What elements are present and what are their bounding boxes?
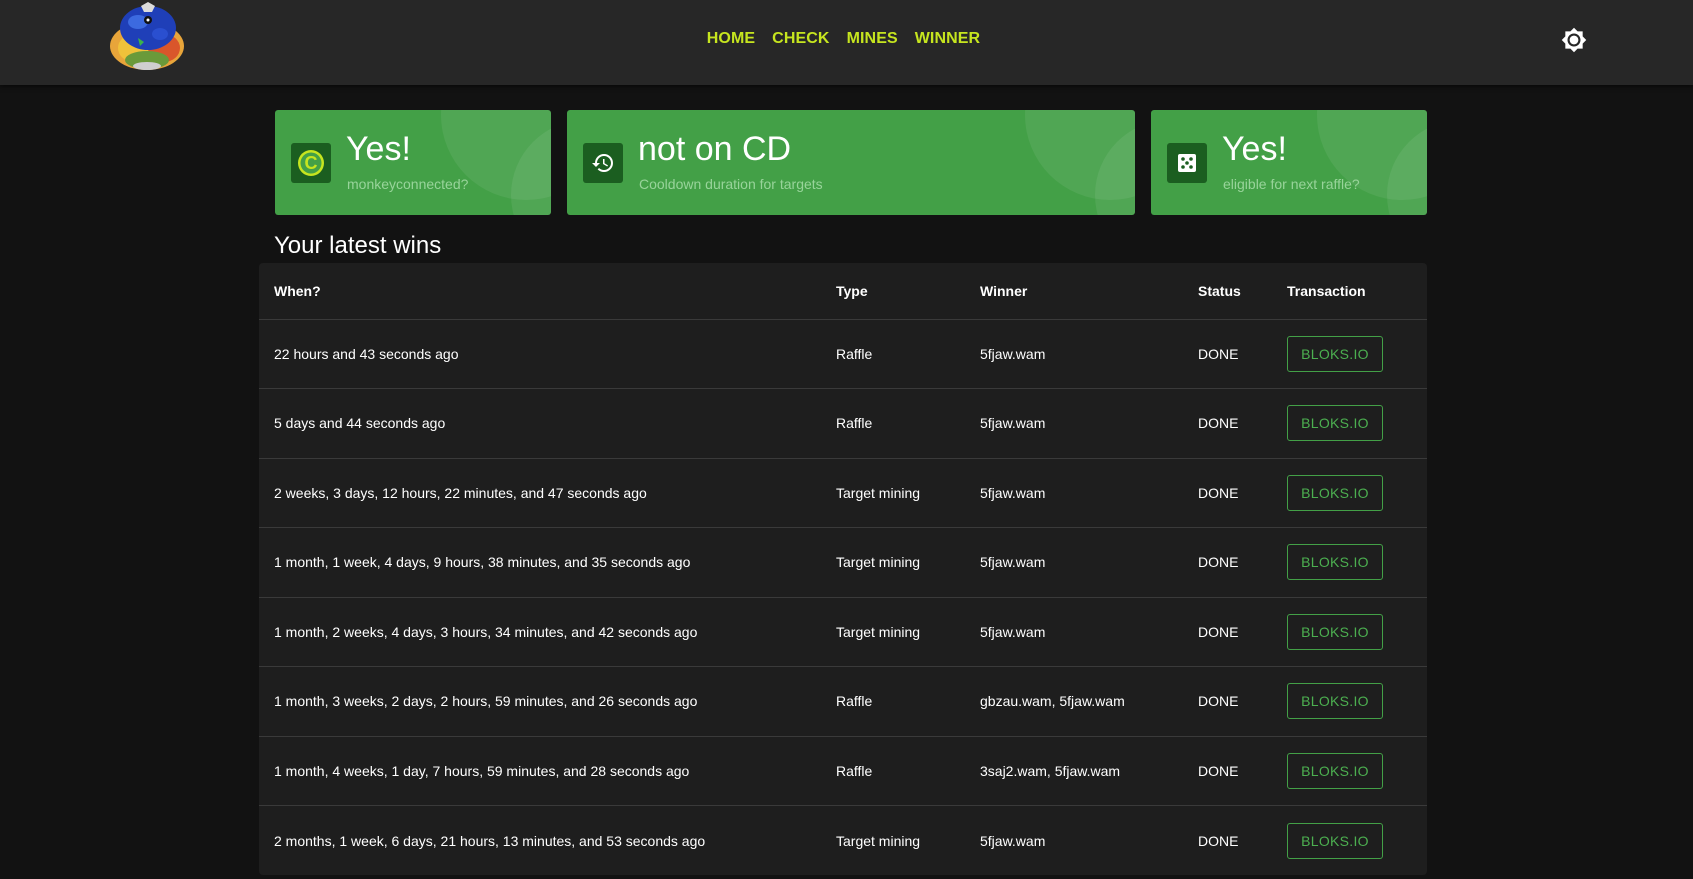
column-header-type[interactable]: Type bbox=[836, 263, 980, 320]
status-cell: DONE bbox=[1198, 736, 1287, 806]
winner-cell: gbzau.wam, 5fjaw.wam bbox=[980, 666, 1198, 737]
when-cell: 2 months, 1 week, 6 days, 21 hours, 13 m… bbox=[274, 832, 706, 849]
type-cell: Target mining bbox=[836, 527, 980, 598]
bloks-io-button[interactable]: BLOKS.IO bbox=[1287, 822, 1383, 859]
when-cell: 1 month, 3 weeks, 2 days, 2 hours, 59 mi… bbox=[259, 666, 836, 737]
bloks-io-button[interactable]: BLOKS.IO bbox=[1287, 544, 1383, 581]
status-cell: DONE bbox=[1198, 388, 1287, 459]
table-row: 2 weeks, 3 days, 12 hours, 22 minutes, a… bbox=[259, 458, 1427, 528]
nav-winner-link[interactable]: WINNER bbox=[915, 30, 980, 48]
status-cell: DONE bbox=[1198, 458, 1287, 528]
column-header-transaction[interactable]: Transaction bbox=[1287, 263, 1427, 320]
type-cell: Raffle bbox=[836, 666, 980, 737]
bloks-io-button[interactable]: BLOKS.IO bbox=[1287, 752, 1383, 789]
cooldown-card: not on CD Cooldown duration for targets bbox=[567, 110, 1135, 215]
winner-cell: 5fjaw.wam bbox=[980, 832, 1046, 849]
winner-cell: 5fjaw.wam bbox=[980, 597, 1198, 667]
history-icon bbox=[583, 143, 623, 183]
nav-mines-link[interactable]: MINES bbox=[847, 30, 898, 48]
card-label: Cooldown duration for targets bbox=[639, 176, 823, 192]
card-value: Yes! bbox=[1222, 130, 1287, 168]
bloks-io-button[interactable]: BLOKS.IO bbox=[1287, 474, 1383, 511]
dice-icon bbox=[1167, 143, 1207, 183]
type-cell: Raffle bbox=[836, 388, 980, 459]
table-header-row: When? Type Winner Status Transaction bbox=[259, 263, 1427, 320]
table-row: 1 month, 4 weeks, 1 day, 7 hours, 59 min… bbox=[259, 736, 1427, 806]
when-cell: 5 days and 44 seconds ago bbox=[259, 388, 836, 459]
main-nav: HOME CHECK MINES WINNER bbox=[0, 30, 1690, 48]
card-label: monkeyconnected? bbox=[347, 176, 469, 192]
nav-home-link[interactable]: HOME bbox=[707, 30, 755, 48]
when-cell: 22 hours and 43 seconds ago bbox=[259, 319, 836, 389]
winner-cell: 5fjaw.wam bbox=[980, 527, 1198, 598]
type-cell: Raffle bbox=[836, 319, 980, 389]
type-cell: Target mining bbox=[836, 458, 980, 528]
status-cell: DONE bbox=[1198, 666, 1287, 737]
type-cell: Raffle bbox=[836, 736, 980, 806]
status-cell: DONE bbox=[1198, 597, 1287, 667]
nav-check-link[interactable]: CHECK bbox=[772, 30, 829, 48]
wins-table: When? Type Winner Status Transaction 22 … bbox=[259, 263, 1427, 875]
latest-wins-title: Your latest wins bbox=[274, 232, 442, 259]
status-cell: DONE bbox=[1198, 832, 1239, 849]
status-cell: DONE bbox=[1198, 527, 1287, 598]
table-row: 22 hours and 43 seconds ago Raffle 5fjaw… bbox=[259, 319, 1427, 389]
status-cell: DONE bbox=[1198, 319, 1287, 389]
card-label: eligible for next raffle? bbox=[1223, 176, 1360, 192]
type-cell: Target mining bbox=[836, 832, 921, 849]
svg-text:C: C bbox=[305, 153, 318, 173]
winner-cell: 3saj2.wam, 5fjaw.wam bbox=[980, 736, 1198, 806]
monkeyconnected-card: C Yes! monkeyconnected? bbox=[275, 110, 551, 215]
winner-cell: 5fjaw.wam bbox=[980, 458, 1198, 528]
column-header-status[interactable]: Status bbox=[1198, 263, 1287, 320]
winner-cell: 5fjaw.wam bbox=[980, 319, 1198, 389]
when-cell: 1 month, 1 week, 4 days, 9 hours, 38 min… bbox=[259, 527, 836, 598]
table-row: 1 month, 3 weeks, 2 days, 2 hours, 59 mi… bbox=[259, 666, 1427, 737]
connected-c-icon: C bbox=[291, 143, 331, 183]
when-cell: 1 month, 4 weeks, 1 day, 7 hours, 59 min… bbox=[259, 736, 836, 806]
bloks-io-button[interactable]: BLOKS.IO bbox=[1287, 613, 1383, 650]
winner-cell: 5fjaw.wam bbox=[980, 388, 1198, 459]
table-row: 1 month, 1 week, 4 days, 9 hours, 38 min… bbox=[259, 527, 1427, 598]
bloks-io-button[interactable]: BLOKS.IO bbox=[1287, 335, 1383, 372]
raffle-eligibility-card: Yes! eligible for next raffle? bbox=[1151, 110, 1427, 215]
when-cell: 2 weeks, 3 days, 12 hours, 22 minutes, a… bbox=[259, 458, 836, 528]
column-header-winner[interactable]: Winner bbox=[980, 263, 1198, 320]
column-header-when[interactable]: When? bbox=[259, 263, 836, 320]
table-row: 1 month, 2 weeks, 4 days, 3 hours, 34 mi… bbox=[259, 597, 1427, 667]
theme-toggle-brightness-icon[interactable] bbox=[1561, 27, 1587, 53]
top-app-bar: HOME CHECK MINES WINNER bbox=[0, 0, 1693, 85]
card-value: Yes! bbox=[346, 130, 411, 168]
type-cell: Target mining bbox=[836, 597, 980, 667]
table-row: 5 days and 44 seconds ago Raffle 5fjaw.w… bbox=[259, 388, 1427, 459]
card-value: not on CD bbox=[638, 130, 792, 168]
when-cell: 1 month, 2 weeks, 4 days, 3 hours, 34 mi… bbox=[259, 597, 836, 667]
bloks-io-button[interactable]: BLOKS.IO bbox=[1287, 683, 1383, 720]
bloks-io-button[interactable]: BLOKS.IO bbox=[1287, 405, 1383, 442]
table-row: 2 months, 1 week, 6 days, 21 hours, 13 m… bbox=[259, 806, 1427, 876]
